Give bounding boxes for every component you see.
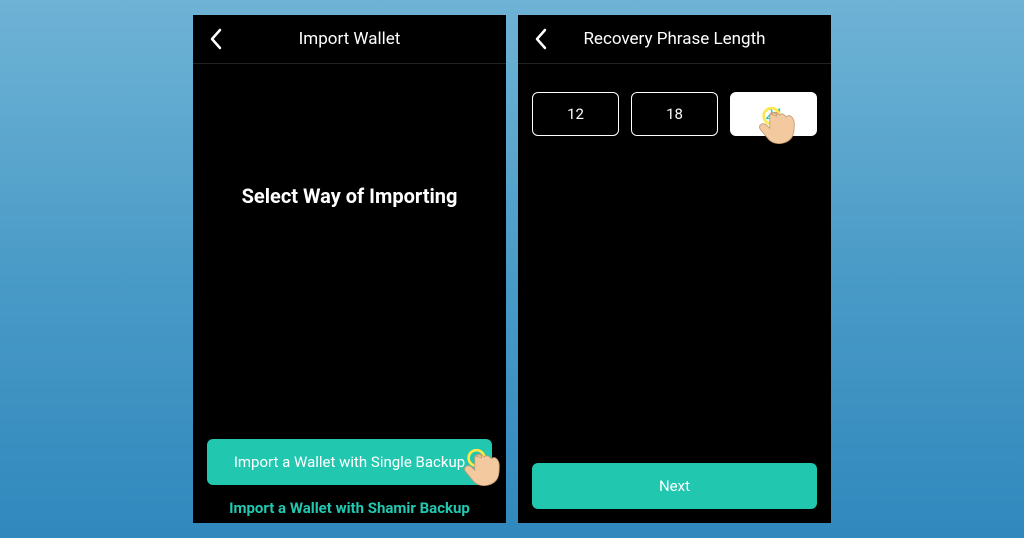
import-single-backup-button[interactable]: Import a Wallet with Single Backup [207,439,492,485]
header-title: Recovery Phrase Length [518,29,831,49]
import-prompt: Select Way of Importing [207,184,492,208]
length-option-24[interactable]: 24 [730,92,817,136]
header: Recovery Phrase Length [518,15,831,64]
screen-body: 12 18 24 Next [518,64,831,523]
header-title: Import Wallet [193,29,506,49]
length-option-12[interactable]: 12 [532,92,619,136]
import-shamir-backup-link[interactable]: Import a Wallet with Shamir Backup [207,499,492,517]
screen-body: Select Way of Importing Import a Wallet … [193,64,506,523]
length-options: 12 18 24 [532,92,817,136]
next-button[interactable]: Next [532,463,817,509]
header: Import Wallet [193,15,506,64]
screen-recovery-length: Recovery Phrase Length 12 18 24 Next [518,15,831,523]
screen-import-wallet: Import Wallet Select Way of Importing Im… [193,15,506,523]
length-option-18[interactable]: 18 [631,92,718,136]
